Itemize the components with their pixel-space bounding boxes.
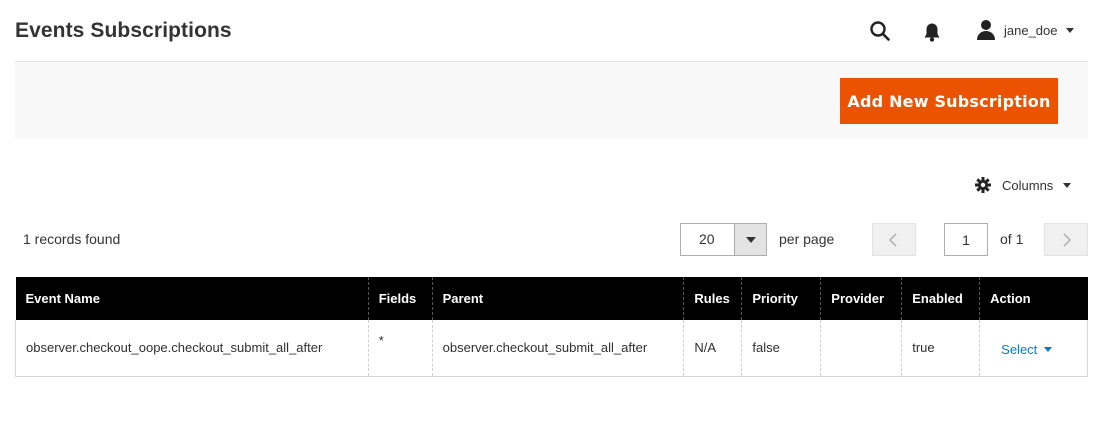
chevron-down-icon[interactable] — [734, 224, 766, 255]
column-header-rules[interactable]: Rules — [683, 277, 742, 320]
chevron-down-icon — [1065, 27, 1074, 33]
per-page-value: 20 — [699, 231, 715, 247]
chevron-right-icon — [1063, 233, 1072, 247]
cell-event-name: observer.checkout_oope.checkout_submit_a… — [15, 320, 369, 377]
chevron-down-icon — [1063, 182, 1072, 188]
page-number-input[interactable] — [944, 223, 988, 256]
gear-icon — [975, 177, 991, 193]
column-header-parent[interactable]: Parent — [431, 277, 684, 320]
columns-label: Columns — [1002, 177, 1054, 193]
search-icon[interactable] — [869, 20, 891, 42]
columns-dropdown[interactable]: Columns — [975, 174, 1072, 196]
chevron-down-icon — [1044, 346, 1053, 352]
column-header-fields[interactable]: Fields — [367, 277, 433, 320]
row-action-label: Select — [1001, 341, 1038, 357]
next-page-button[interactable] — [1044, 223, 1088, 256]
previous-page-button[interactable] — [872, 223, 916, 256]
page-actions-bar: Add New Subscription — [15, 61, 1088, 138]
column-header-event-name[interactable]: Event Name — [15, 277, 369, 320]
column-header-action: Action — [979, 277, 1088, 320]
row-action-select[interactable]: Select — [990, 339, 1053, 357]
chevron-left-icon — [888, 233, 897, 247]
records-found: 1 records found — [23, 231, 121, 247]
page-title: Events Subscriptions — [15, 19, 232, 42]
cell-provider — [820, 320, 902, 377]
column-header-provider[interactable]: Provider — [820, 277, 902, 320]
page-header: Events Subscriptions jane_doe — [0, 0, 1106, 62]
add-new-subscription-button[interactable]: Add New Subscription — [840, 78, 1058, 124]
table-row: observer.checkout_oope.checkout_submit_a… — [15, 320, 1088, 377]
user-menu[interactable]: jane_doe — [976, 17, 1074, 43]
cell-fields: * — [367, 320, 433, 377]
user-name: jane_doe — [1004, 22, 1058, 38]
cell-action: Select — [979, 320, 1088, 377]
page-count: of 1 — [1000, 231, 1024, 247]
column-header-priority[interactable]: Priority — [741, 277, 821, 320]
bell-icon[interactable] — [921, 21, 943, 43]
per-page-label: per page — [779, 231, 835, 247]
subscriptions-grid: Event Name Fields Parent Rules Priority … — [15, 277, 1088, 377]
cell-parent: observer.checkout_submit_all_after — [431, 320, 684, 377]
user-icon — [977, 20, 995, 40]
cell-priority: false — [741, 320, 821, 377]
cell-enabled: true — [901, 320, 980, 377]
grid-header-row: Event Name Fields Parent Rules Priority … — [15, 277, 1088, 320]
column-header-enabled[interactable]: Enabled — [901, 277, 980, 320]
cell-rules: N/A — [683, 320, 742, 377]
per-page-select[interactable]: 20 — [680, 223, 767, 256]
